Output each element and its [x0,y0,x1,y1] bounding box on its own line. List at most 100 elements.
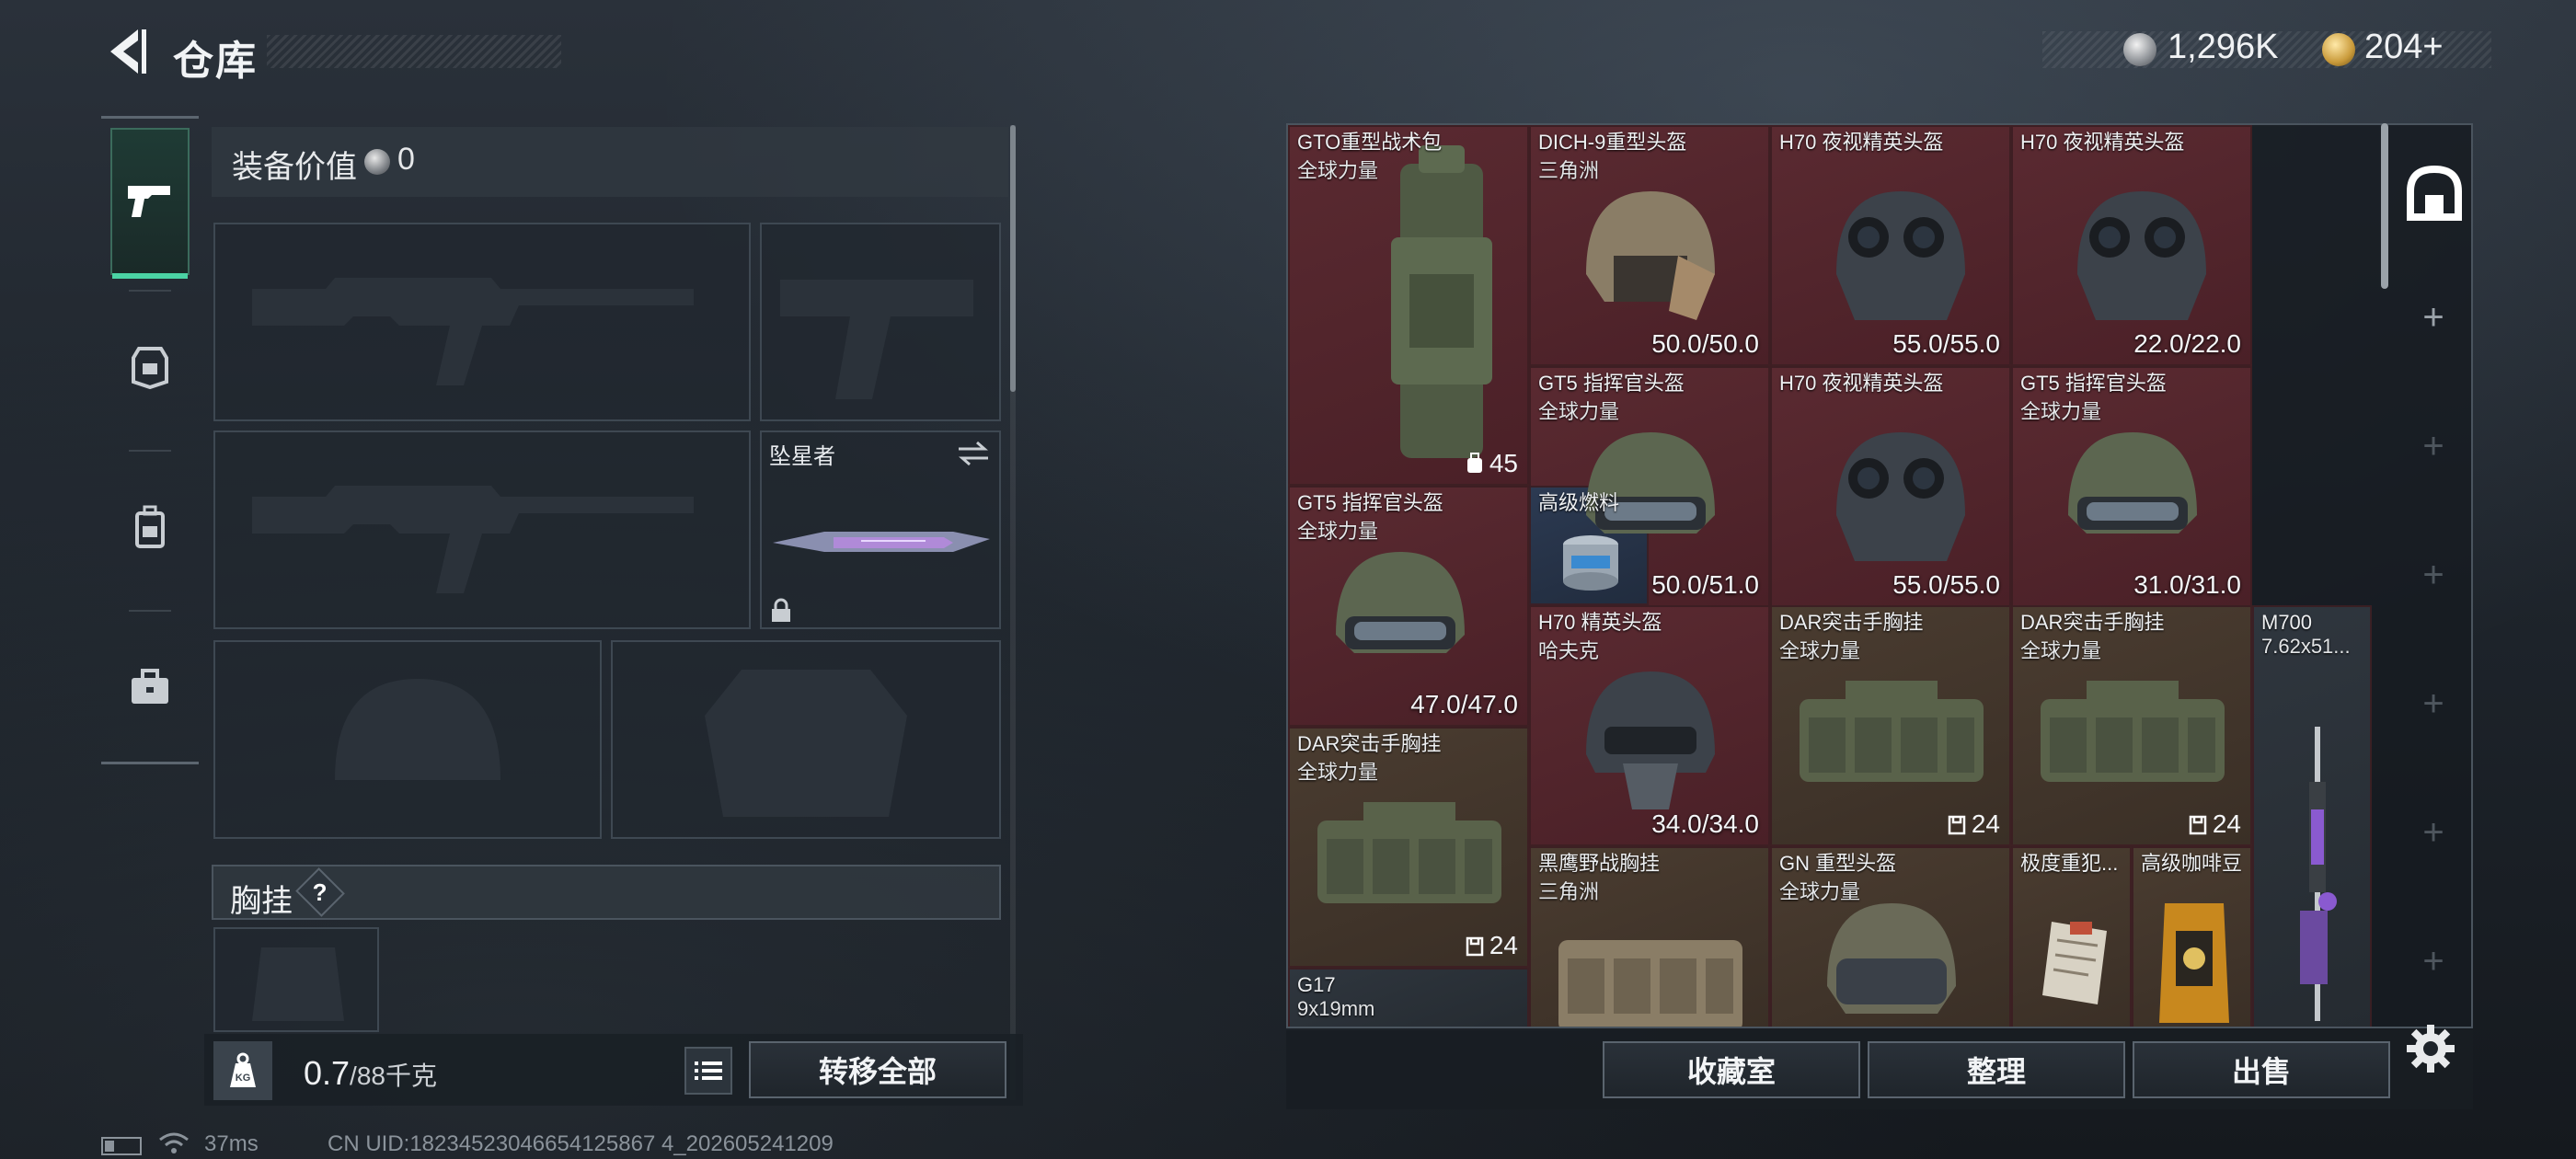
stash-item[interactable]: H70 精英头盔 哈夫克 34.0/34.0 [1529,605,1770,846]
stash-scrollbar[interactable] [2381,123,2388,289]
item-name: DAR突击手胸挂 [2020,611,2165,634]
melee-slot[interactable]: 坠星者 [760,430,1001,629]
fuel-can-icon [1563,535,1618,591]
add-stash-tab-button[interactable]: + [2410,294,2456,340]
rail-tab-armor[interactable] [110,293,190,441]
stash-home-icon [2407,165,2462,221]
lock-icon [772,598,790,622]
armor-silhouette-icon [705,670,907,817]
item-faction: 全球力量 [1297,761,1379,784]
body-armor-slot[interactable] [611,640,1001,839]
item-capacity: 24 [1466,931,1518,960]
add-stash-tab-button[interactable]: + [2410,809,2456,855]
stash-item[interactable]: M700 7.62x51... [2252,605,2372,1027]
stash-item[interactable]: 黑鹰野战胸挂 三角洲 [1529,846,1770,1027]
stash-item[interactable]: GT5 指挥官头盔 全球力量 47.0/47.0 [1288,486,1529,727]
item-name: GT5 指挥官头盔 [2020,372,2167,395]
stash-home-tab[interactable] [2396,147,2473,239]
carry-weight-current: 0.7 [304,1054,351,1092]
item-faction: 全球力量 [1297,159,1379,182]
item-capacity: 45 [1466,449,1518,478]
stash-item[interactable]: 高级咖啡豆 [2132,846,2252,1027]
night-vision-helmet-icon [2077,191,2206,320]
uid-readout: CN UID:18234523046654125867 4_2026052412… [328,1131,834,1156]
wifi-icon [159,1132,189,1153]
stash-item[interactable]: DAR突击手胸挂 全球力量 24 [1770,605,2011,846]
stash-item[interactable]: G17 9x19mm [1288,968,1529,1027]
silver-coin-icon [2123,33,2156,66]
helmet-icon [1586,191,1715,320]
stash-item[interactable]: GTO重型战术包 全球力量 45 [1288,125,1529,486]
sort-button[interactable]: 整理 [1868,1041,2125,1098]
sell-button[interactable]: 出售 [2133,1041,2390,1098]
stash-item[interactable]: DAR突击手胸挂 全球力量 24 [1288,727,1529,968]
item-name: DAR突击手胸挂 [1779,611,1924,634]
stash-item[interactable]: GT5 指挥官头盔 全球力量 31.0/31.0 [2011,366,2252,607]
add-stash-tab-button[interactable]: + [2410,681,2456,727]
back-arrow-icon[interactable] [101,26,149,77]
item-durability: 47.0/47.0 [1410,690,1518,718]
carry-weight-max: /88千克 [350,1061,437,1090]
item-durability: 50.0/51.0 [1651,570,1759,599]
rail-tab-case[interactable] [110,614,190,761]
pistol-silhouette-icon [780,280,973,399]
item-name: 高级燃料 [1538,491,1620,514]
helmet-slot[interactable] [213,640,602,839]
item-durability: 34.0/34.0 [1651,809,1759,838]
chest-rig-slot[interactable] [213,927,379,1032]
swap-icon[interactable] [955,440,992,467]
stash-item[interactable]: H70 夜视精英头盔 55.0/55.0 [1770,366,2011,607]
item-faction: 哈夫克 [1538,639,1600,662]
helmet-icon [1586,671,1715,809]
silver-coin-icon [364,149,390,175]
page-title: 仓库 [173,39,258,84]
item-faction: 全球力量 [1297,520,1379,543]
item-ammo: 9x19mm [1297,997,1375,1020]
rail-tab-backpack[interactable] [110,453,190,601]
stash-item[interactable]: GN 重型头盔 全球力量 [1770,846,2011,1027]
chest-rig-icon [2041,681,2225,782]
stash-item[interactable]: DAR突击手胸挂 全球力量 24 [2011,605,2252,846]
collection-room-button[interactable]: 收藏室 [1603,1041,1860,1098]
helmet-icon [1336,552,1465,653]
backpack-icon [1391,145,1492,458]
night-vision-helmet-icon [1836,191,1965,320]
item-name: GTO重型战术包 [1297,131,1443,154]
add-stash-tab-button[interactable]: + [2410,552,2456,598]
item-durability: 22.0/22.0 [2133,329,2241,358]
secondary-weapon-slot[interactable] [213,430,751,629]
list-icon[interactable] [684,1047,732,1095]
stash-item[interactable]: H70 夜视精英头盔 55.0/55.0 [1770,125,2011,366]
item-durability: 55.0/55.0 [1892,570,2000,599]
capacity-icon [1948,815,1966,835]
equipment-value: 0 [397,142,415,177]
night-vision-helmet-icon [1836,432,1965,561]
rail-tab-weapons[interactable] [110,128,190,279]
item-name: H70 精英头盔 [1538,611,1662,634]
item-capacity: 24 [1948,809,2000,839]
stash-item[interactable]: 极度重犯... [2011,846,2132,1027]
item-durability: 50.0/50.0 [1651,329,1759,358]
helmet-silhouette-icon [335,679,500,780]
add-stash-tab-button[interactable]: + [2410,938,2456,984]
item-name: GT5 指挥官头盔 [1538,372,1685,395]
item-name: 黑鹰野战胸挂 [1538,852,1661,875]
item-name: 极度重犯... [2020,852,2119,875]
item-faction: 三角洲 [1538,159,1600,182]
item-name: DAR突击手胸挂 [1297,732,1442,755]
item-name: H70 夜视精英头盔 [1779,131,1944,154]
sidearm-slot[interactable] [760,223,1001,421]
stash-item[interactable]: DICH-9重型头盔 三角洲 50.0/50.0 [1529,125,1770,366]
document-icon [2042,922,2107,1004]
gear-icon[interactable] [2405,1023,2456,1074]
svg-text:KG: KG [236,1073,251,1084]
equipment-scrollbar[interactable] [1010,125,1016,392]
add-stash-tab-button[interactable]: + [2410,423,2456,469]
transfer-all-button[interactable]: 转移全部 [749,1041,1006,1098]
sniper-rifle-icon [2300,727,2337,1021]
melee-knife-icon [773,532,990,552]
gold-currency-amount[interactable]: 204+ [2364,28,2444,67]
stash-item[interactable]: H70 夜视精英头盔 22.0/22.0 [2011,125,2252,366]
primary-weapon-slot[interactable] [213,223,751,421]
ping-readout: 37ms [204,1131,259,1156]
